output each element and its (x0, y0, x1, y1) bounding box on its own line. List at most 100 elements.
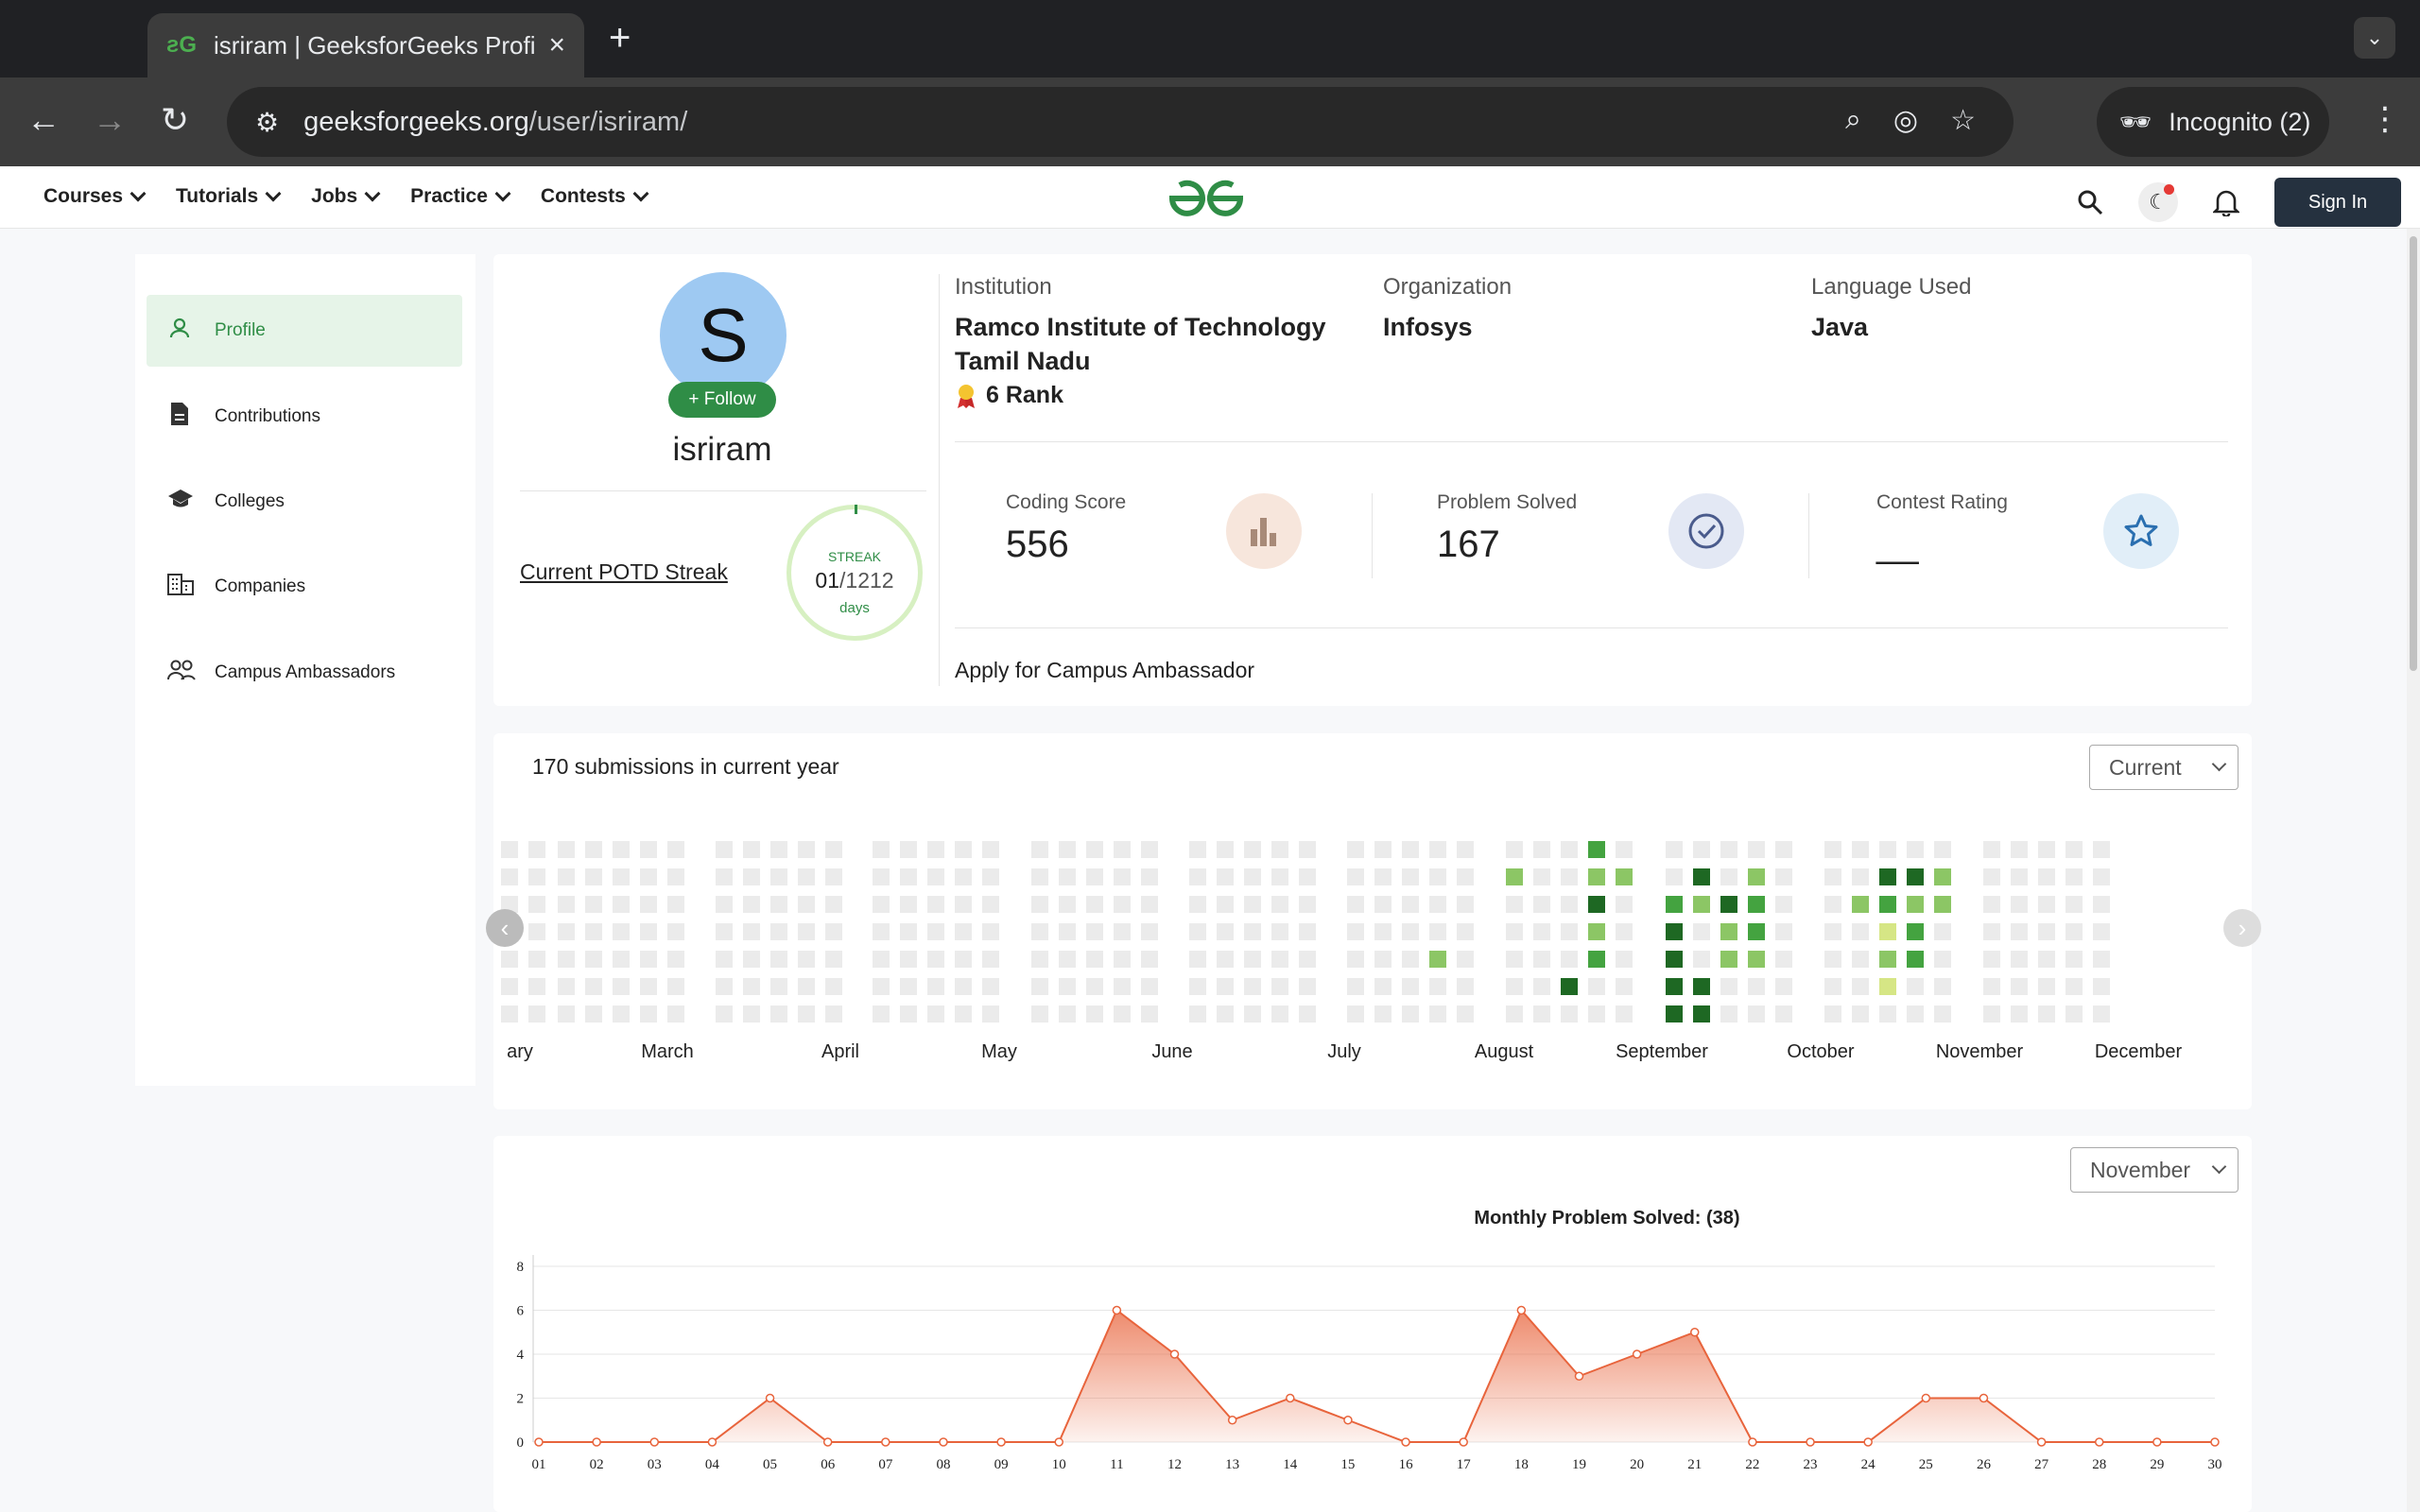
heatmap-cell[interactable] (1086, 896, 1103, 913)
heatmap-cell[interactable] (743, 951, 760, 968)
heatmap-cell[interactable] (2066, 951, 2083, 968)
heatmap-cell[interactable] (1429, 1005, 1446, 1022)
sidebar-item-companies[interactable]: Companies (147, 551, 462, 623)
heatmap-cell[interactable] (1693, 868, 1710, 885)
heatmap-cell[interactable] (1059, 951, 1076, 968)
heatmap-cell[interactable] (1189, 896, 1206, 913)
heatmap-cell[interactable] (2093, 951, 2110, 968)
page-scrollbar[interactable] (2407, 229, 2420, 1512)
heatmap-cell[interactable] (770, 896, 787, 913)
heatmap-cell[interactable] (873, 896, 890, 913)
heatmap-cell[interactable] (2093, 896, 2110, 913)
heatmap-cell[interactable] (1031, 1005, 1048, 1022)
reload-icon[interactable]: ↻ (161, 100, 189, 140)
heatmap-cell[interactable] (1429, 896, 1446, 913)
heatmap-cell[interactable] (2011, 841, 2028, 858)
heatmap-cell[interactable] (770, 841, 787, 858)
heatmap-cell[interactable] (770, 868, 787, 885)
menu-tutorials[interactable]: Tutorials (176, 185, 282, 208)
heatmap-cell[interactable] (1031, 896, 1048, 913)
heatmap-cell[interactable] (1457, 868, 1474, 885)
heatmap-cell[interactable] (982, 841, 999, 858)
heatmap-cell[interactable] (1720, 923, 1737, 940)
heatmap-cell[interactable] (558, 896, 575, 913)
search-icon[interactable] (2070, 182, 2110, 222)
heatmap-cell[interactable] (1141, 841, 1158, 858)
heatmap-cell[interactable] (825, 868, 842, 885)
heatmap-cell[interactable] (825, 896, 842, 913)
heatmap-cell[interactable] (585, 868, 602, 885)
heatmap-cell[interactable] (825, 841, 842, 858)
heatmap-cell[interactable] (1402, 923, 1419, 940)
heatmap-cell[interactable] (927, 1005, 944, 1022)
heatmap-cell[interactable] (927, 868, 944, 885)
potd-streak-link[interactable]: Current POTD Streak (520, 559, 728, 585)
heatmap-cell[interactable] (1374, 951, 1392, 968)
heatmap-cell[interactable] (798, 951, 815, 968)
heatmap-cell[interactable] (558, 1005, 575, 1022)
heatmap-cell[interactable] (1666, 841, 1683, 858)
heatmap-cell[interactable] (640, 868, 657, 885)
heatmap-cell[interactable] (1533, 923, 1550, 940)
heatmap-cell[interactable] (1141, 923, 1158, 940)
heatmap-cell[interactable] (873, 978, 890, 995)
heatmap-cell[interactable] (1775, 978, 1792, 995)
heatmap-cell[interactable] (1852, 841, 1869, 858)
heatmap-cell[interactable] (1588, 923, 1605, 940)
heatmap-cell[interactable] (1506, 978, 1523, 995)
heatmap-cell[interactable] (1533, 841, 1550, 858)
heatmap-cell[interactable] (1934, 978, 1951, 995)
heatmap-cell[interactable] (1616, 841, 1633, 858)
heatmap-cell[interactable] (1402, 1005, 1419, 1022)
heatmap-cell[interactable] (743, 841, 760, 858)
heatmap-cell[interactable] (1983, 923, 2000, 940)
heatmap-cell[interactable] (528, 951, 545, 968)
heatmap-cell[interactable] (927, 978, 944, 995)
heatmap-cell[interactable] (1907, 841, 1924, 858)
heatmap-cell[interactable] (1429, 841, 1446, 858)
heatmap-cell[interactable] (1879, 841, 1896, 858)
heatmap-cell[interactable] (798, 868, 815, 885)
heatmap-cell[interactable] (1086, 951, 1103, 968)
heatmap-cell[interactable] (1879, 951, 1896, 968)
heatmap-cell[interactable] (1852, 896, 1869, 913)
heatmap-cell[interactable] (1347, 951, 1364, 968)
heatmap-cell[interactable] (1852, 1005, 1869, 1022)
heatmap-cell[interactable] (716, 1005, 733, 1022)
heatmap-cell[interactable] (1086, 1005, 1103, 1022)
heatmap-cell[interactable] (2038, 923, 2055, 940)
heatmap-cell[interactable] (1907, 1005, 1924, 1022)
heatmap-cell[interactable] (1616, 951, 1633, 968)
heatmap-cell[interactable] (900, 896, 917, 913)
heatmap-cell[interactable] (1824, 978, 1841, 995)
heatmap-cell[interactable] (1217, 841, 1234, 858)
heatmap-cell[interactable] (1588, 978, 1605, 995)
heatmap-cell[interactable] (982, 896, 999, 913)
heatmap-cell[interactable] (1217, 1005, 1234, 1022)
heatmap-cell[interactable] (1374, 896, 1392, 913)
eye-off-icon[interactable]: ◎ (1893, 104, 1918, 137)
heatmap-cell[interactable] (900, 868, 917, 885)
heatmap-cell[interactable] (667, 868, 684, 885)
heatmap-cell[interactable] (613, 978, 630, 995)
heatmap-cell[interactable] (1506, 923, 1523, 940)
heatmap-cell[interactable] (1506, 896, 1523, 913)
heatmap-cell[interactable] (1934, 868, 1951, 885)
sidebar-item-colleges[interactable]: Colleges (147, 466, 462, 538)
heatmap-cell[interactable] (873, 923, 890, 940)
tab-search-button[interactable]: ⌄ (2354, 17, 2395, 59)
heatmap-cell[interactable] (1561, 923, 1578, 940)
heatmap-cell[interactable] (1588, 951, 1605, 968)
heatmap-cell[interactable] (1748, 978, 1765, 995)
heatmap-cell[interactable] (1244, 868, 1261, 885)
heatmap-cell[interactable] (825, 923, 842, 940)
heatmap-cell[interactable] (585, 978, 602, 995)
heatmap-cell[interactable] (1983, 868, 2000, 885)
heatmap-cell[interactable] (1824, 868, 1841, 885)
heatmap-cell[interactable] (1533, 951, 1550, 968)
heatmap-cell[interactable] (1457, 841, 1474, 858)
heatmap-cell[interactable] (1693, 923, 1710, 940)
heatmap-cell[interactable] (1271, 951, 1288, 968)
heatmap-cell[interactable] (640, 841, 657, 858)
heatmap-cell[interactable] (1114, 841, 1131, 858)
